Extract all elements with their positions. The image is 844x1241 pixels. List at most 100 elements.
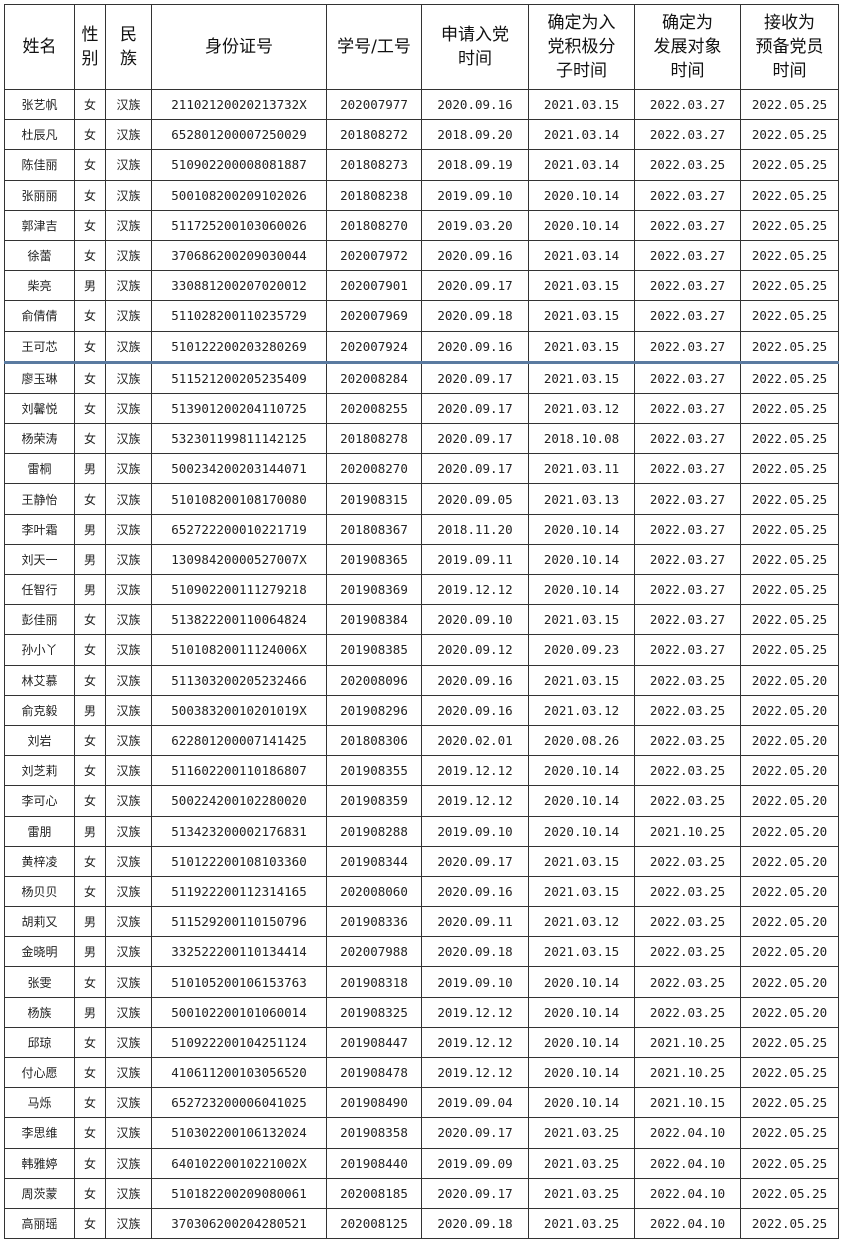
cell-student-id: 202008096 <box>326 664 422 696</box>
cell-id-number: 510108200108170080 <box>151 483 327 515</box>
cell-development-date: 2022.03.25 <box>634 875 741 908</box>
column-header-development-date: 确定为 发展对象 时间 <box>634 4 741 90</box>
cell-apply-date: 2020.09.17 <box>421 1117 529 1149</box>
cell-name: 任智行 <box>4 573 75 606</box>
cell-gender: 男 <box>74 936 106 968</box>
cell-id-number: 500224200102280020 <box>151 785 327 817</box>
cell-gender: 男 <box>74 270 106 302</box>
table-row: 孙小丫女汉族 51010820011124006X 201908385 2020.09… <box>4 634 839 666</box>
column-header-student-id: 学号/工号 <box>326 4 422 90</box>
cell-id-number: 64010220010221002X <box>151 1147 327 1179</box>
cell-ethnicity: 汉族 <box>105 1087 152 1119</box>
cell-apply-date: 2020.09.18 <box>421 300 529 332</box>
cell-name: 孙小丫 <box>4 634 75 666</box>
cell-name: 李可心 <box>4 785 75 817</box>
cell-ethnicity: 汉族 <box>105 1117 152 1149</box>
cell-activist-date: 2020.10.14 <box>528 755 635 787</box>
cell-name: 郭津吉 <box>4 209 75 241</box>
cell-ethnicity: 汉族 <box>105 149 152 181</box>
cell-id-number: 510122200203280269 <box>151 330 327 364</box>
cell-student-id: 202007924 <box>326 330 422 364</box>
cell-student-id: 202007972 <box>326 239 422 272</box>
cell-development-date: 2022.03.27 <box>634 179 741 211</box>
cell-gender: 女 <box>74 1207 106 1240</box>
cell-id-number: 622801200007141425 <box>151 724 327 757</box>
cell-id-number: 511529200110150796 <box>151 906 327 938</box>
cell-student-id: 201908355 <box>326 755 422 787</box>
cell-apply-date: 2019.03.20 <box>421 209 529 241</box>
cell-student-id: 201908315 <box>326 483 422 515</box>
cell-gender: 男 <box>74 573 106 606</box>
cell-ethnicity: 汉族 <box>105 573 152 606</box>
cell-ethnicity: 汉族 <box>105 694 152 726</box>
cell-activist-date: 2021.03.15 <box>528 664 635 696</box>
cell-gender: 男 <box>74 543 106 576</box>
cell-name: 林艾慕 <box>4 664 75 696</box>
cell-activist-date: 2021.03.12 <box>528 392 635 425</box>
cell-probationary-date: 2022.05.25 <box>740 1056 839 1089</box>
cell-probationary-date: 2022.05.25 <box>740 270 839 302</box>
cell-probationary-date: 2022.05.25 <box>740 149 839 181</box>
cell-development-date: 2022.03.25 <box>634 724 741 757</box>
cell-gender: 女 <box>74 1177 106 1209</box>
table-row: 杨族男汉族 500102200101060014 201908325 2019.12.… <box>4 996 839 1028</box>
cell-id-number: 513822200110064824 <box>151 604 327 636</box>
cell-probationary-date: 2022.05.20 <box>740 694 839 726</box>
cell-id-number: 511303200205232466 <box>151 664 327 696</box>
cell-gender: 女 <box>74 1147 106 1179</box>
cell-apply-date: 2020.02.01 <box>421 724 529 757</box>
cell-name: 杨荣涛 <box>4 423 75 455</box>
cell-name: 周茨蒙 <box>4 1177 75 1209</box>
cell-development-date: 2022.03.25 <box>634 906 741 938</box>
roster-table-container: 姓名性别民族身份证号 学号/工号 申请入党 时间 确定为入 党积极分 子时间 确定为 发展对象时… <box>4 4 839 1240</box>
cell-development-date: 2022.03.27 <box>634 423 741 455</box>
cell-id-number: 13098420000527007X <box>151 543 327 576</box>
table-row: 金晓明男汉族 332522200110134414 202007988 2020.09… <box>4 936 839 968</box>
cell-probationary-date: 2022.05.25 <box>740 179 839 211</box>
cell-id-number: 370306200204280521 <box>151 1207 327 1240</box>
table-row: 韩雅婷女汉族 64010220010221002X 201908440 2019.09… <box>4 1147 839 1179</box>
cell-gender: 女 <box>74 392 106 425</box>
cell-id-number: 510182200209080061 <box>151 1177 327 1209</box>
table-row: 雷桐男汉族 500234200203144071 202008270 2020.09.… <box>4 453 839 485</box>
cell-gender: 女 <box>74 875 106 908</box>
cell-gender: 女 <box>74 239 106 272</box>
cell-student-id: 201808272 <box>326 119 422 151</box>
table-row: 邱琼女汉族 510922200104251124 201908447 2019.12.… <box>4 1026 839 1059</box>
cell-ethnicity: 汉族 <box>105 453 152 485</box>
cell-ethnicity: 汉族 <box>105 119 152 151</box>
cell-activist-date: 2021.03.15 <box>528 330 635 364</box>
table-row: 俞倩倩女汉族 511028200110235729 202007969 2020.09… <box>4 300 839 332</box>
cell-development-date: 2022.03.27 <box>634 392 741 425</box>
cell-apply-date: 2020.09.16 <box>421 875 529 908</box>
cell-name: 李叶霜 <box>4 513 75 545</box>
cell-student-id: 201808273 <box>326 149 422 181</box>
cell-name: 俞倩倩 <box>4 300 75 332</box>
cell-activist-date: 2020.09.23 <box>528 634 635 666</box>
cell-development-date: 2022.03.25 <box>634 966 741 998</box>
cell-activist-date: 2021.03.14 <box>528 239 635 272</box>
cell-probationary-date: 2022.05.20 <box>740 906 839 938</box>
cell-gender: 女 <box>74 423 106 455</box>
cell-ethnicity: 汉族 <box>105 634 152 666</box>
cell-apply-date: 2020.09.17 <box>421 1177 529 1209</box>
cell-name: 刘天一 <box>4 543 75 576</box>
cell-ethnicity: 汉族 <box>105 361 152 394</box>
column-header-gender: 性别 <box>74 4 106 90</box>
cell-gender: 女 <box>74 179 106 211</box>
column-header-apply-date: 申请入党 时间 <box>421 4 529 90</box>
cell-probationary-date: 2022.05.20 <box>740 936 839 968</box>
cell-id-number: 652723200006041025 <box>151 1087 327 1119</box>
cell-ethnicity: 汉族 <box>105 875 152 908</box>
cell-gender: 女 <box>74 483 106 515</box>
cell-development-date: 2022.03.27 <box>634 300 741 332</box>
cell-ethnicity: 汉族 <box>105 755 152 787</box>
cell-gender: 女 <box>74 724 106 757</box>
cell-student-id: 201908358 <box>326 1117 422 1149</box>
cell-development-date: 2022.03.27 <box>634 239 741 272</box>
cell-ethnicity: 汉族 <box>105 300 152 332</box>
cell-development-date: 2022.03.25 <box>634 996 741 1028</box>
cell-student-id: 201908359 <box>326 785 422 817</box>
cell-development-date: 2022.03.27 <box>634 209 741 241</box>
table-row: 刘岩女汉族 622801200007141425 201808306 2020.02.… <box>4 724 839 757</box>
